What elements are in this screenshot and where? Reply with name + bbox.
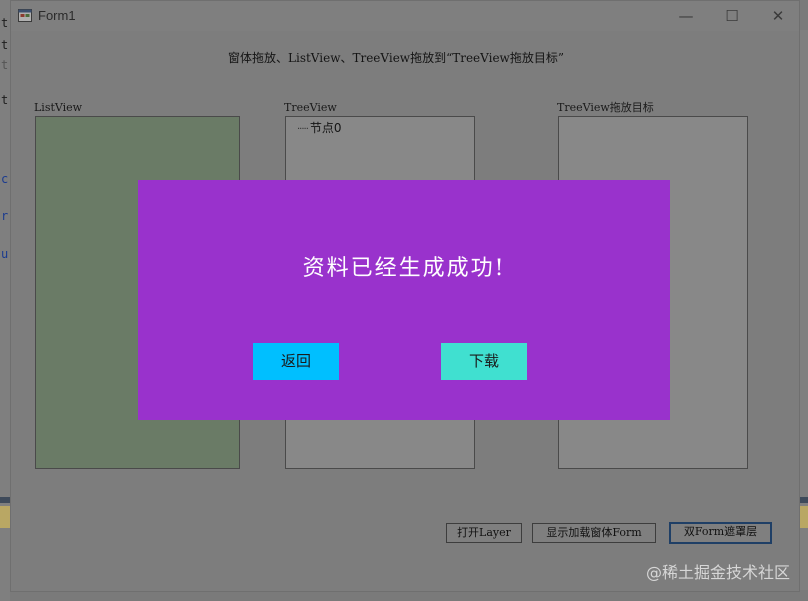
open-layer-button[interactable]: 打开Layer [446, 523, 522, 543]
tree-connector: ····· [297, 124, 309, 135]
editor-char: u [1, 247, 9, 261]
tree-node-label: 节点0 [309, 121, 342, 135]
editor-divider [0, 497, 10, 503]
editor-highlight [800, 506, 808, 528]
editor-char: c [1, 172, 9, 186]
watermark: @稀土掘金技术社区 [645, 563, 790, 582]
background-right-strip [800, 30, 808, 590]
treeview-target-label: TreeView拖放目标 [557, 101, 654, 114]
maximize-icon[interactable]: ☐ [717, 5, 747, 27]
window-title: Form1 [38, 8, 76, 23]
show-load-form-button[interactable]: 显示加载窗体Form [532, 523, 656, 543]
back-button[interactable]: 返回 [253, 343, 339, 380]
editor-highlight [0, 506, 10, 528]
app-icon [18, 9, 32, 22]
editor-char: t [1, 16, 9, 30]
success-dialog: 资料已经生成成功! 返回 下载 [138, 180, 670, 420]
download-button[interactable]: 下载 [441, 343, 527, 380]
editor-char: t [1, 93, 9, 107]
form-caption: 窗体拖放、ListView、TreeView拖放到“TreeView拖放目标” [228, 51, 564, 65]
double-form-overlay-button[interactable]: 双Form遮罩层 [669, 522, 772, 544]
listview-label: ListView [34, 101, 83, 114]
editor-char: t [1, 38, 9, 52]
title-bar[interactable]: Form1 — ☐ ✕ [11, 1, 799, 31]
editor-char: t [1, 58, 9, 72]
treeview-label: TreeView [284, 101, 337, 114]
editor-divider [800, 497, 808, 503]
minimize-icon[interactable]: — [671, 5, 701, 27]
background-editor-strip: t t t t c r u [0, 0, 10, 601]
success-message: 资料已经生成成功! [302, 256, 506, 281]
tree-node-0[interactable]: ····· 节点0 [297, 119, 342, 136]
close-icon[interactable]: ✕ [763, 5, 793, 27]
editor-char: r [1, 209, 9, 223]
